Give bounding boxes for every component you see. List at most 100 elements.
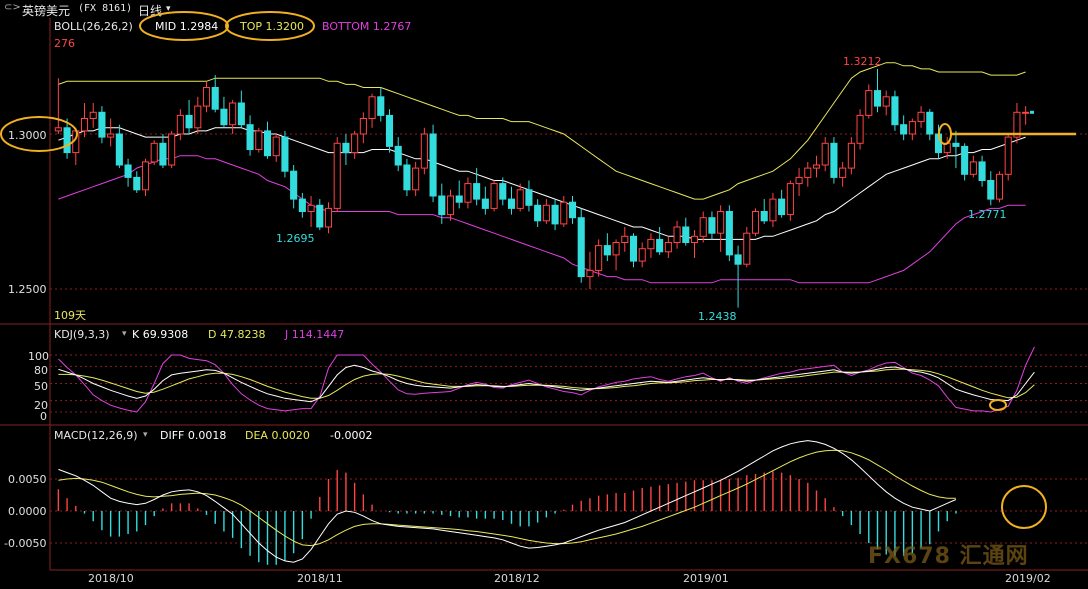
candle-body <box>490 183 498 209</box>
candle-body <box>98 111 106 138</box>
candle-body <box>272 136 280 157</box>
candle-body <box>194 105 202 129</box>
macd-diff-line <box>58 440 957 563</box>
candle-body <box>743 232 751 265</box>
candle-body <box>804 167 812 178</box>
candle-body <box>316 204 324 228</box>
candle-body <box>324 207 333 228</box>
candle-body <box>342 142 350 154</box>
candle-body <box>368 96 376 120</box>
candle-body <box>229 102 237 126</box>
candle-body <box>586 269 594 278</box>
kdj-d-value: D 47.8238 <box>208 328 266 341</box>
candle-body <box>830 142 838 178</box>
macd-tick-zero: 0.0000 <box>8 505 47 518</box>
candle-body <box>839 167 847 178</box>
candle-body <box>107 133 115 138</box>
days-count: 109天 <box>54 309 86 322</box>
candle-body <box>263 130 272 157</box>
kdj-tick-0: 0 <box>40 410 47 423</box>
candle-body <box>507 198 516 209</box>
candle-body <box>255 130 263 150</box>
candle-body <box>1022 111 1030 114</box>
candle-body <box>246 124 254 150</box>
candle-body <box>420 133 428 169</box>
candle-body <box>54 127 62 132</box>
candle-body <box>577 217 585 278</box>
candle-body <box>664 242 672 253</box>
candle-body <box>385 114 394 147</box>
kdj-tick-100: 100 <box>28 350 49 363</box>
candle-body <box>647 238 655 250</box>
candle-body <box>281 136 289 172</box>
kdj-j-line <box>58 346 1035 413</box>
candle-body <box>115 133 123 166</box>
x-tick-feb: 2019/02 <box>1005 572 1051 585</box>
macd-tick-neg: -0.0050 <box>4 537 47 550</box>
chart-canvas <box>0 11 1088 571</box>
candle-body <box>725 211 733 256</box>
price-tick-2: 1.2500 <box>8 283 47 296</box>
candle-body <box>908 121 916 135</box>
boll-top-value: TOP 1.3200 <box>240 20 304 33</box>
chevron-down-icon[interactable]: ▾ <box>122 328 127 341</box>
candle-body <box>377 96 385 116</box>
macd-dea-value: DEA 0.0020 <box>245 429 310 442</box>
candle-body <box>124 164 132 178</box>
chevron-down-icon[interactable]: ▾ <box>143 429 148 442</box>
candle-body <box>891 96 899 126</box>
candle-body <box>133 176 141 191</box>
candle-body <box>211 87 219 110</box>
candle-body <box>629 235 638 262</box>
boll-label: BOLL(26,26,2) <box>54 20 133 33</box>
candle-body <box>682 226 690 243</box>
candle-body <box>438 195 446 216</box>
candle-body <box>638 248 646 262</box>
candle-body <box>900 124 908 135</box>
kdj-tick-50: 50 <box>34 380 48 393</box>
boll-mid-value: MID 1.2984 <box>155 20 219 33</box>
highlight-circle-kdj <box>989 399 1007 411</box>
candle-body <box>568 201 577 219</box>
macd-diff-value: DIFF 0.0018 <box>160 429 227 442</box>
kdj-label[interactable]: KDJ(9,3,3) <box>54 328 110 341</box>
candle-body <box>969 161 977 175</box>
candle-body <box>168 133 176 166</box>
candle-body <box>961 145 969 175</box>
candle-body <box>690 235 699 244</box>
price-annotation-low-jan: 1.2438 <box>698 310 737 323</box>
candle-body <box>673 226 681 243</box>
candle-body <box>926 111 934 135</box>
candle-body <box>612 242 620 256</box>
candle-body <box>873 90 882 107</box>
kdj-k-value: K 69.9308 <box>132 328 189 341</box>
candle-body <box>412 167 420 191</box>
candle-body <box>359 118 367 135</box>
candle-body <box>394 145 402 166</box>
boll-mid-line <box>58 127 1026 240</box>
candle-body <box>978 161 986 181</box>
kdj-tick-80: 80 <box>34 364 48 377</box>
candle-body <box>141 161 150 191</box>
candle-body <box>812 164 821 169</box>
candle-body <box>717 211 725 234</box>
candle-body <box>778 198 786 216</box>
price-annotation-low-feb: 1.2771 <box>968 208 1007 221</box>
candle-body <box>351 133 359 154</box>
candle-body <box>821 142 829 166</box>
candle-body <box>708 217 716 234</box>
candle-body <box>769 198 777 222</box>
candle-body <box>734 254 742 265</box>
price-annotation-high: 1.3212 <box>843 55 882 68</box>
candle-body <box>882 96 890 107</box>
candle-body <box>481 198 489 209</box>
macd-label[interactable]: MACD(12,26,9) <box>54 429 138 442</box>
candle-body <box>159 142 167 166</box>
watermark-logo: FX678 汇通网 <box>868 544 1029 569</box>
candle-body <box>786 183 794 216</box>
candle-body <box>603 245 611 256</box>
boll-bottom-line <box>58 155 1026 284</box>
candle-body <box>516 189 524 209</box>
candle-body <box>621 235 629 244</box>
candle-body <box>446 195 455 216</box>
